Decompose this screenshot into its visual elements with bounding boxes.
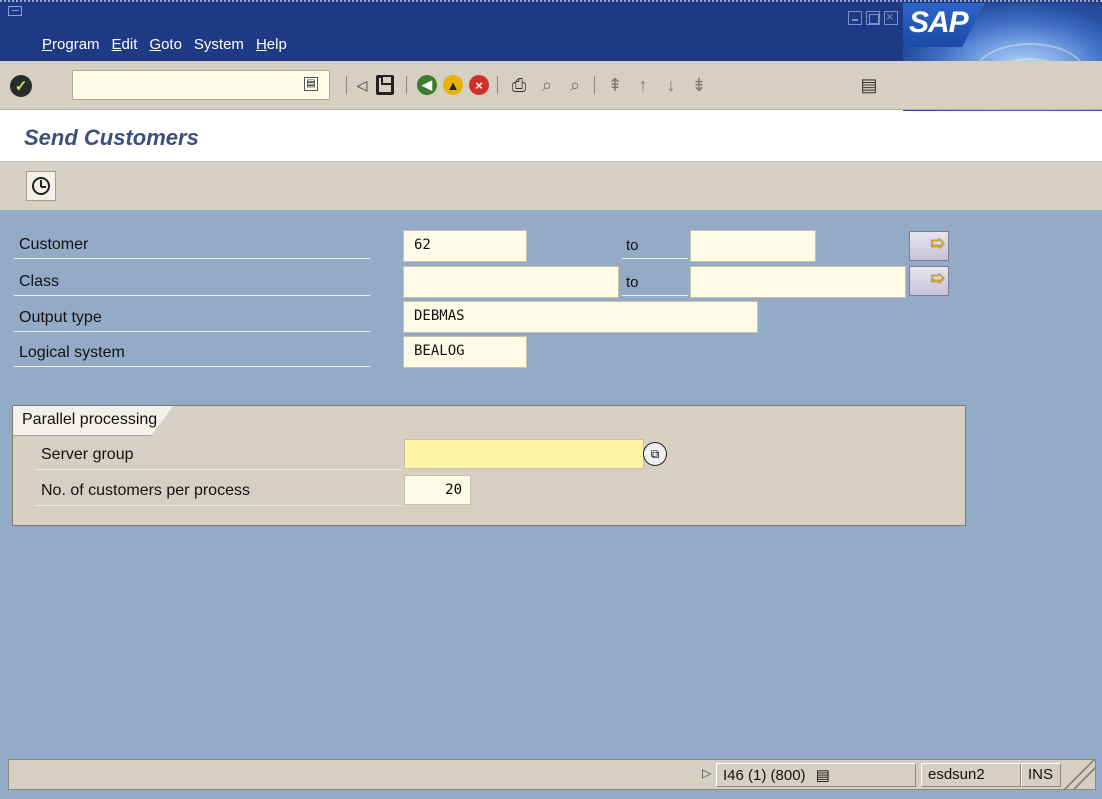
- class-to-field[interactable]: [690, 266, 906, 298]
- command-field[interactable]: [72, 70, 330, 100]
- system-info-text: I46 (1) (800): [723, 767, 806, 784]
- class-from-field[interactable]: [403, 266, 619, 298]
- class-multiple-selection-button[interactable]: ➯: [909, 266, 949, 296]
- customer-to-field[interactable]: [690, 230, 816, 262]
- menu-system[interactable]: System: [194, 36, 244, 53]
- output-type-label: Output type: [14, 302, 370, 332]
- save-icon[interactable]: [376, 75, 394, 95]
- close-icon[interactable]: [884, 9, 898, 25]
- find-next-icon: ⌕: [569, 74, 581, 95]
- server-group-field[interactable]: [404, 439, 644, 469]
- status-host: esdsun2: [921, 763, 1021, 787]
- toolbar-separator: [497, 76, 498, 94]
- last-page-icon: ⇟: [691, 74, 707, 95]
- arrow-right-icon: ➯: [929, 233, 945, 253]
- cancel-icon[interactable]: ×: [469, 75, 489, 95]
- session-list-icon[interactable]: ▤: [816, 767, 830, 784]
- exit-icon[interactable]: ▲: [443, 75, 463, 95]
- menu-help[interactable]: Help: [256, 36, 287, 53]
- logical-system-field[interactable]: BEALOG: [403, 336, 527, 368]
- logical-system-label: Logical system: [14, 337, 370, 367]
- execute-button[interactable]: [26, 171, 56, 201]
- status-insert-mode: INS: [1021, 763, 1061, 787]
- status-bar: ▷ I46 (1) (800) ▤ esdsun2 INS: [8, 759, 1096, 790]
- customers-per-process-label: No. of customers per process: [35, 476, 401, 506]
- class-to-label: to: [622, 266, 688, 296]
- menu-program[interactable]: Program: [42, 36, 100, 53]
- execute-clock-icon: [32, 177, 50, 195]
- next-page-icon: ↓: [666, 74, 676, 95]
- menu-bar: Program Edit Goto System Help: [42, 36, 287, 53]
- arrow-right-icon: ➯: [929, 268, 945, 288]
- sap-logo-text: SAP: [909, 6, 969, 39]
- first-page-icon: ⇞: [607, 74, 623, 95]
- customers-per-process-field[interactable]: 20: [404, 475, 471, 505]
- print-icon[interactable]: ⎙: [508, 73, 530, 97]
- value-help-icon[interactable]: ⧉: [643, 442, 667, 466]
- parallel-processing-group: Parallel processing Server group ⧉ No. o…: [12, 405, 966, 526]
- standard-toolbar: ✓ ▤ ◁ ◀ ▲ × ⎙ ⌕ ⌕ ⇞ ↑ ↓ ⇟ ▤: [0, 61, 1102, 110]
- find-icon: ⌕: [541, 74, 553, 95]
- customer-to-label: to: [622, 229, 688, 259]
- menu-goto[interactable]: Goto: [149, 36, 182, 53]
- menu-edit[interactable]: Edit: [112, 36, 138, 53]
- toolbar-separator: [594, 76, 595, 94]
- collapse-command-icon[interactable]: ◁: [356, 75, 368, 95]
- toolbar-separator: [346, 76, 347, 94]
- output-type-field[interactable]: DEBMAS: [403, 301, 758, 333]
- status-system-info: I46 (1) (800) ▤: [716, 763, 916, 787]
- toolbar-separator: [406, 76, 407, 94]
- customer-label: Customer: [14, 229, 370, 259]
- application-toolbar: [0, 162, 1102, 210]
- customize-layout-icon[interactable]: ▤: [858, 73, 880, 97]
- command-history-icon[interactable]: ▤: [304, 77, 318, 91]
- screen-title-bar: Send Customers: [0, 111, 1102, 162]
- enter-check-icon[interactable]: ✓: [10, 75, 32, 97]
- server-group-label: Server group: [35, 440, 401, 470]
- customer-multiple-selection-button[interactable]: ➯: [909, 231, 949, 261]
- group-title: Parallel processing: [13, 406, 173, 436]
- customer-from-field[interactable]: 62: [403, 230, 527, 262]
- class-label: Class: [14, 266, 370, 296]
- previous-page-icon: ↑: [638, 74, 648, 95]
- page-title: Send Customers: [24, 125, 199, 150]
- resize-grip-icon[interactable]: [1059, 760, 1095, 789]
- back-icon[interactable]: ◀: [417, 75, 437, 95]
- minimize-icon[interactable]: [848, 11, 862, 25]
- maximize-icon[interactable]: [866, 11, 880, 25]
- expand-status-icon[interactable]: ▷: [702, 766, 711, 780]
- system-menu-icon[interactable]: [8, 6, 22, 16]
